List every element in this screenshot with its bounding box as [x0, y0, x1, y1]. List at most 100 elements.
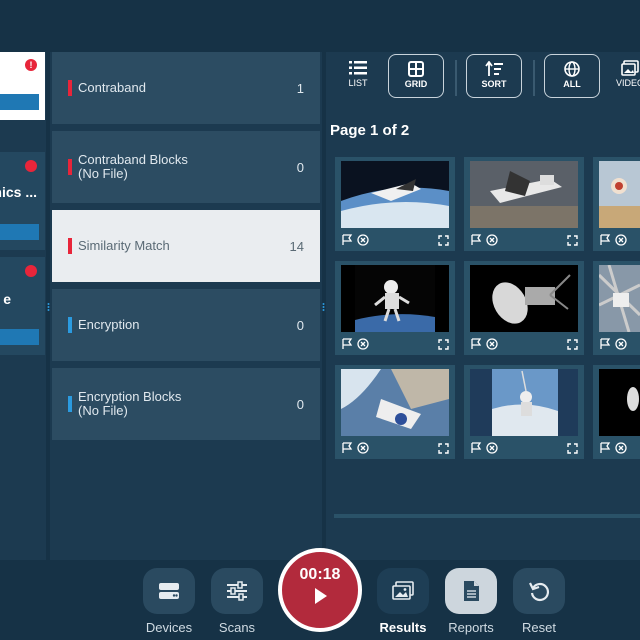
thumbnail-image: [599, 369, 640, 436]
video-icon: [610, 54, 640, 76]
bottom-nav: Devices Scans 00:18 Results Reports Rese…: [0, 548, 640, 640]
progress-bar: [0, 224, 39, 240]
expand-icon[interactable]: [438, 442, 449, 454]
flag-icon[interactable]: [470, 338, 482, 350]
thumbnail-image: [341, 265, 449, 332]
thumbnail-image: [599, 265, 640, 332]
flag-icon[interactable]: [341, 442, 353, 454]
result-thumbnail[interactable]: [593, 365, 640, 459]
sort-icon: [467, 55, 521, 77]
flag-icon[interactable]: [470, 442, 482, 454]
expand-icon[interactable]: [567, 234, 578, 246]
video-label: VIDEO: [615, 78, 640, 88]
toolbar-divider: [455, 60, 457, 96]
result-thumbnail[interactable]: [335, 157, 455, 251]
thumbnail-image: [470, 265, 578, 332]
expand-icon[interactable]: [438, 234, 449, 246]
toolbar-divider: [533, 60, 535, 96]
progress-bar: [0, 94, 39, 110]
list-label: LIST: [348, 78, 368, 88]
nav-scans-button[interactable]: Scans: [210, 568, 264, 635]
category-label: Encryption Blocks: [78, 389, 182, 404]
expand-icon[interactable]: [567, 338, 578, 350]
sliders-icon: [227, 581, 247, 601]
category-marker: [68, 238, 72, 254]
dismiss-icon[interactable]: [486, 338, 498, 350]
image-icon: [392, 581, 414, 600]
flag-icon[interactable]: [470, 234, 482, 246]
scan-timer-button[interactable]: 00:18: [278, 548, 362, 632]
nav-scans-label: Scans: [218, 620, 256, 635]
globe-icon: [545, 55, 599, 77]
nav-devices-button[interactable]: Devices: [142, 568, 196, 635]
category-label: Contraband Blocks: [78, 152, 188, 167]
horizontal-scrollbar[interactable]: [334, 514, 640, 518]
flag-icon[interactable]: [599, 442, 611, 454]
play-icon: [315, 588, 327, 604]
result-thumbnail[interactable]: [464, 261, 584, 355]
grid-view-button[interactable]: GRID: [388, 54, 444, 98]
result-thumbnail[interactable]: [335, 261, 455, 355]
dismiss-icon[interactable]: [357, 442, 369, 454]
dismiss-icon[interactable]: [615, 234, 627, 246]
resize-handle[interactable]: [322, 298, 325, 311]
page-indicator: Page 1 of 2: [330, 122, 410, 139]
status-dot: [25, 160, 37, 172]
category-marker: [68, 396, 72, 412]
hard-drive-icon: [159, 583, 179, 599]
device-card-2[interactable]: nics ...: [0, 152, 45, 250]
device-card-3[interactable]: e: [0, 257, 45, 355]
category-sublabel: (No File): [78, 403, 128, 418]
category-contraband-blocks[interactable]: Contraband Blocks (No File) 0: [52, 131, 320, 203]
flag-icon[interactable]: [341, 234, 353, 246]
filter-all-button[interactable]: ALL: [544, 54, 600, 98]
category-label: Similarity Match: [78, 238, 170, 253]
nav-reset-button[interactable]: Reset: [512, 568, 566, 635]
alert-badge: !: [25, 59, 37, 71]
dismiss-icon[interactable]: [357, 234, 369, 246]
category-count: 0: [296, 159, 304, 175]
category-encryption-blocks[interactable]: Encryption Blocks (No File) 0: [52, 368, 320, 440]
result-thumbnail[interactable]: [464, 365, 584, 459]
result-thumbnail[interactable]: [335, 365, 455, 459]
results-panel: LIST GRID SORT ALL VIDEO: [326, 52, 640, 560]
list-view-button[interactable]: LIST: [340, 54, 376, 98]
expand-icon[interactable]: [438, 338, 449, 350]
thumbnail-image: [341, 161, 449, 228]
result-thumbnail[interactable]: [593, 157, 640, 251]
reset-icon: [529, 582, 550, 602]
category-label: Contraband: [78, 80, 146, 95]
category-count: 0: [296, 317, 304, 333]
result-thumbnail[interactable]: [593, 261, 640, 355]
device-card-1[interactable]: !: [0, 52, 45, 120]
expand-icon[interactable]: [567, 442, 578, 454]
dismiss-icon[interactable]: [357, 338, 369, 350]
category-count: 0: [296, 396, 304, 412]
dismiss-icon[interactable]: [486, 442, 498, 454]
flag-icon[interactable]: [341, 338, 353, 350]
thumbnail-image: [470, 161, 578, 228]
nav-results-button[interactable]: Results: [376, 568, 430, 635]
sort-button[interactable]: SORT: [466, 54, 522, 98]
category-count: 1: [296, 80, 304, 96]
nav-reset-label: Reset: [522, 620, 556, 635]
flag-icon[interactable]: [599, 338, 611, 350]
category-marker: [68, 80, 72, 96]
flag-icon[interactable]: [599, 234, 611, 246]
nav-reports-button[interactable]: Reports: [444, 568, 498, 635]
category-similarity-match[interactable]: Similarity Match 14: [52, 210, 320, 282]
category-contraband[interactable]: Contraband 1: [52, 52, 320, 124]
dismiss-icon[interactable]: [615, 442, 627, 454]
dismiss-icon[interactable]: [615, 338, 627, 350]
device-list: ! nics ... e: [0, 52, 46, 560]
grid-label: GRID: [404, 79, 428, 89]
progress-bar: [0, 329, 39, 345]
category-encryption[interactable]: Encryption 0: [52, 289, 320, 361]
timer-readout: 00:18: [299, 566, 341, 583]
dismiss-icon[interactable]: [486, 234, 498, 246]
category-sublabel: (No File): [78, 166, 128, 181]
thumbnail-image: [470, 369, 578, 436]
result-thumbnail[interactable]: [464, 157, 584, 251]
filter-video-button[interactable]: VIDEO: [610, 54, 640, 98]
sort-label: SORT: [481, 79, 507, 89]
